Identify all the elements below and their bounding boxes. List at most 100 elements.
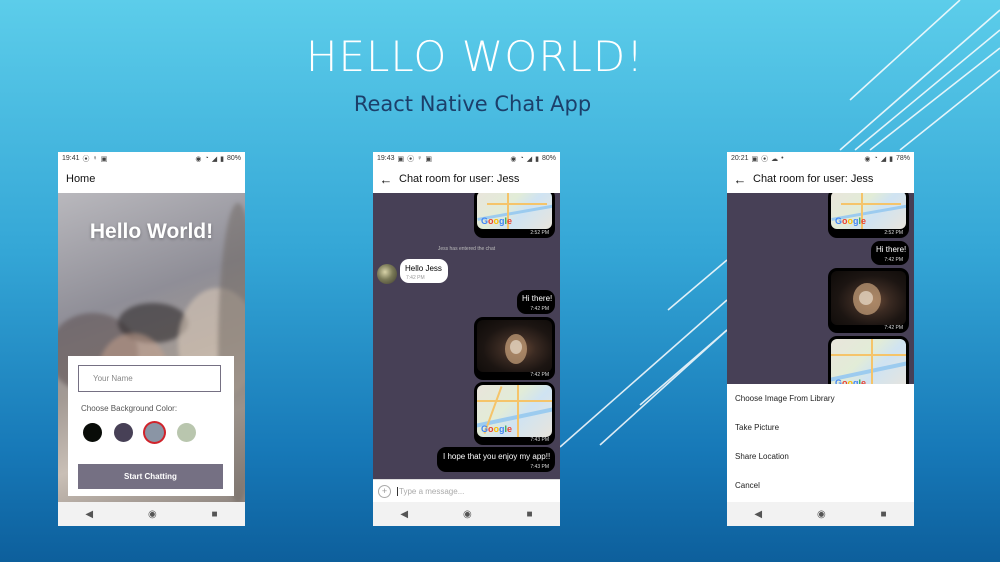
battery-level: 80% xyxy=(541,155,556,162)
eye-icon: ◉ xyxy=(510,155,517,163)
map-message[interactable]: Google xyxy=(828,336,909,384)
message-input[interactable]: Type a message... xyxy=(397,487,464,496)
map-image[interactable]: Google xyxy=(477,193,552,229)
swatch-black[interactable] xyxy=(83,423,102,442)
triangle-back-icon[interactable]: ◀ xyxy=(400,509,408,520)
message-text: Hi there! xyxy=(876,245,907,254)
message-right[interactable]: Hi there! 7:42 PM xyxy=(871,241,909,265)
notification-icon: ⦿ xyxy=(82,155,90,163)
avatar[interactable] xyxy=(377,264,397,284)
action-sheet: Choose Image From Library Take Picture S… xyxy=(727,384,914,502)
cat-photo[interactable] xyxy=(831,271,906,325)
circle-home-icon[interactable]: ◉ xyxy=(148,509,157,520)
square-recent-icon[interactable]: ■ xyxy=(527,509,533,520)
circle-home-icon[interactable]: ◉ xyxy=(463,509,472,520)
action-share-location[interactable]: Share Location xyxy=(727,442,914,471)
cat-photo[interactable] xyxy=(477,320,552,372)
message-time: 7:42 PM xyxy=(406,275,425,281)
message-left[interactable]: Hello Jess 7:42 PM xyxy=(400,259,448,283)
swatch-purple[interactable] xyxy=(114,423,133,442)
image-icon: ▣ xyxy=(100,155,108,163)
eye-icon: ◉ xyxy=(864,155,871,163)
plus-circle-icon[interactable]: + xyxy=(378,485,391,498)
square-recent-icon[interactable]: ■ xyxy=(881,509,887,520)
chat-messages[interactable]: Google 2:52 PM Hi there! 7:42 PM 7:42 PM… xyxy=(727,193,914,384)
action-take-picture[interactable]: Take Picture xyxy=(727,413,914,442)
map-image[interactable]: Google xyxy=(831,193,906,229)
message-time: 7:43 PM xyxy=(530,437,549,443)
circle-home-icon[interactable]: ◉ xyxy=(817,509,826,520)
slide-title: HELLO WORLD! xyxy=(305,32,645,81)
message-time: 7:42 PM xyxy=(884,325,903,331)
status-time: 20:21 xyxy=(731,155,749,162)
signal-icon: ◢ xyxy=(211,155,218,163)
name-input[interactable]: Your Name xyxy=(78,365,221,392)
map-image[interactable]: Google xyxy=(477,385,552,437)
wifi-icon: ◔ xyxy=(519,155,524,162)
color-label: Choose Background Color: xyxy=(81,404,178,413)
app-bar: ← Chat room for user: Jess xyxy=(373,165,560,193)
status-bar: 19:41 ⦿ ♀ ▣ ◉ ◔ ◢ ▮ 80% xyxy=(58,152,245,165)
map-message[interactable]: Google 2:52 PM xyxy=(828,193,909,238)
phone-chat-screen: 19:43 ▣ ⦿ ♀ ▣ ◉ ◔ ◢ ▮ 80% ← Chat room fo… xyxy=(373,152,560,526)
status-time: 19:43 xyxy=(377,155,395,162)
signal-icon: ◢ xyxy=(880,155,887,163)
image-message[interactable]: 7:42 PM xyxy=(474,317,555,380)
phone-home-screen: 19:41 ⦿ ♀ ▣ ◉ ◔ ◢ ▮ 80% Home Hello World… xyxy=(58,152,245,526)
android-nav-bar: ◀ ◉ ■ xyxy=(373,502,560,526)
action-cancel[interactable]: Cancel xyxy=(727,471,914,500)
bulb-icon: ♀ xyxy=(92,155,98,162)
map-image[interactable]: Google xyxy=(831,339,906,384)
google-logo: Google xyxy=(835,216,867,226)
system-message: Jess has entered the chat xyxy=(437,246,496,252)
chat-messages[interactable]: Google 2:52 PM Jess has entered the chat… xyxy=(373,193,560,479)
status-bar: 20:21 ▣ ⦿ ☁ • ◉ ◔ ◢ ▮ 78% xyxy=(727,152,914,165)
battery-icon: ▮ xyxy=(535,155,539,163)
hero-title: Hello World! xyxy=(89,220,214,243)
eye-icon: ◉ xyxy=(195,155,202,163)
start-chatting-button[interactable]: Start Chatting xyxy=(78,464,223,489)
android-nav-bar: ◀ ◉ ■ xyxy=(727,502,914,526)
arrow-left-icon[interactable]: ← xyxy=(727,172,753,187)
message-composer: + Type a message... xyxy=(373,479,560,503)
page-title: Home xyxy=(66,173,96,185)
battery-level: 78% xyxy=(895,155,910,162)
square-recent-icon[interactable]: ■ xyxy=(212,509,218,520)
message-time: 7:43 PM xyxy=(530,464,549,470)
map-message[interactable]: Google 2:52 PM xyxy=(474,193,555,238)
image-icon: ▣ xyxy=(397,155,405,163)
battery-level: 80% xyxy=(226,155,241,162)
page-title: Chat room for user: Jess xyxy=(753,173,874,185)
image-icon: ▣ xyxy=(425,155,433,163)
message-time: 7:42 PM xyxy=(884,257,903,263)
wifi-icon: ◔ xyxy=(204,155,209,162)
notification-icon: ⦿ xyxy=(761,155,769,163)
app-bar: ← Chat room for user: Jess xyxy=(727,165,914,193)
action-choose-image[interactable]: Choose Image From Library xyxy=(727,384,914,413)
message-time: 2:52 PM xyxy=(884,230,903,236)
swatch-grey[interactable] xyxy=(145,423,164,442)
triangle-back-icon[interactable]: ◀ xyxy=(754,509,762,520)
signal-icon: ◢ xyxy=(526,155,533,163)
message-time: 2:52 PM xyxy=(530,230,549,236)
android-nav-bar: ◀ ◉ ■ xyxy=(58,502,245,526)
start-card: Your Name Choose Background Color: Start… xyxy=(68,356,234,496)
arrow-left-icon[interactable]: ← xyxy=(373,172,399,187)
swatch-green[interactable] xyxy=(177,423,196,442)
google-logo: Google xyxy=(481,216,513,226)
phone-action-sheet-screen: 20:21 ▣ ⦿ ☁ • ◉ ◔ ◢ ▮ 78% ← Chat room fo… xyxy=(727,152,914,526)
map-message[interactable]: Google 7:43 PM xyxy=(474,382,555,445)
app-bar: Home xyxy=(58,165,245,193)
google-logo: Google xyxy=(481,424,513,434)
message-right[interactable]: Hi there! 7:42 PM xyxy=(517,290,555,314)
message-text: Hi there! xyxy=(522,294,553,303)
cloud-icon: ☁ xyxy=(771,155,779,163)
bulb-icon: ♀ xyxy=(417,155,423,162)
message-right[interactable]: I hope that you enjoy my app!! 7:43 PM xyxy=(437,447,555,472)
image-message[interactable]: 7:42 PM xyxy=(828,268,909,333)
image-icon: ▣ xyxy=(751,155,759,163)
status-bar: 19:43 ▣ ⦿ ♀ ▣ ◉ ◔ ◢ ▮ 80% xyxy=(373,152,560,165)
triangle-back-icon[interactable]: ◀ xyxy=(85,509,93,520)
slide-subtitle: React Native Chat App xyxy=(353,92,592,116)
battery-icon: ▮ xyxy=(220,155,224,163)
